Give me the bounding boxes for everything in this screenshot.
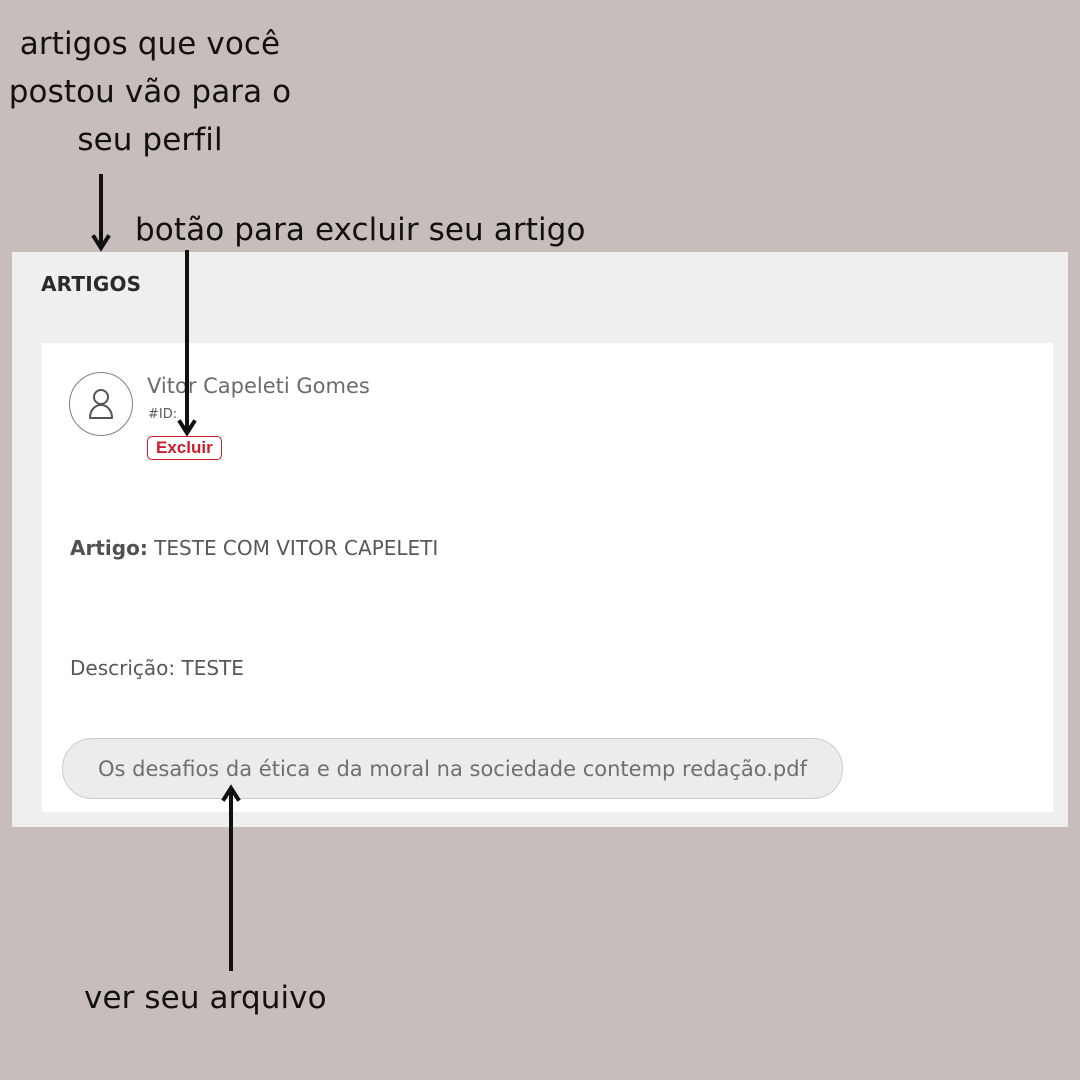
section-title: ARTIGOS: [41, 272, 142, 296]
author-id: #ID:: [148, 407, 178, 422]
article-label: Artigo:: [70, 536, 148, 560]
article-title: TESTE COM VITOR CAPELETI: [154, 536, 439, 560]
delete-button-annotation: botão para excluir seu artigo: [135, 212, 586, 248]
file-link[interactable]: Os desafios da ética e da moral na socie…: [62, 738, 843, 799]
article-title-line: Artigo: TESTE COM VITOR CAPELETI: [70, 536, 438, 560]
profile-annotation: artigos que você postou vão para o seu p…: [8, 26, 292, 158]
author-name: Vitor Capeleti Gomes: [147, 374, 370, 398]
file-annotation: ver seu arquivo: [84, 980, 327, 1016]
articles-panel: ARTIGOS Vitor Capeleti Gomes #ID: Exclui…: [12, 252, 1068, 827]
article-description: Descrição: TESTE: [70, 656, 244, 680]
arrow-icon: [91, 234, 111, 252]
article-card: Vitor Capeleti Gomes #ID: Excluir Artigo…: [42, 343, 1053, 812]
delete-button[interactable]: Excluir: [147, 436, 222, 460]
user-icon: [89, 389, 113, 419]
avatar: [69, 372, 133, 436]
